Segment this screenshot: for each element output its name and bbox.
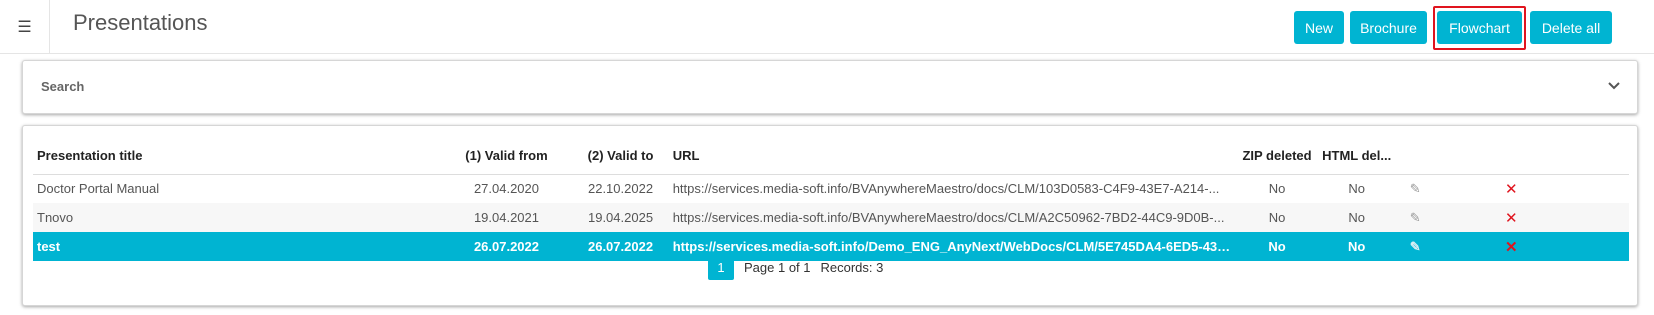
chevron-down-icon[interactable] bbox=[1607, 79, 1621, 93]
pagination: 1 Page 1 of 1 Records: 3 bbox=[708, 254, 893, 280]
cell-zip-deleted: No bbox=[1268, 181, 1286, 197]
column-header-edit bbox=[1395, 138, 1487, 175]
edit-icon[interactable]: ✎ bbox=[1400, 210, 1421, 226]
column-header-url[interactable]: URL bbox=[668, 138, 1237, 175]
presentations-table: Presentation title (1) Valid from (2) Va… bbox=[33, 138, 1629, 261]
cell-html-deleted: No bbox=[1317, 203, 1396, 232]
new-button[interactable]: New bbox=[1294, 11, 1344, 44]
cell-zip-deleted: No bbox=[1236, 232, 1318, 261]
cell-html-deleted: No bbox=[1317, 232, 1396, 261]
cell-delete: ✕ bbox=[1487, 174, 1629, 203]
table-row[interactable]: Tnovo 19.04.2021 19.04.2025 https://serv… bbox=[33, 203, 1629, 232]
cell-valid-from: 27.04.2020 bbox=[473, 181, 540, 197]
hamburger-menu-icon[interactable]: ☰ bbox=[0, 0, 50, 54]
cell-edit: ✎ bbox=[1395, 232, 1487, 261]
table-header-row: Presentation title (1) Valid from (2) Va… bbox=[33, 138, 1629, 175]
column-header-title[interactable]: Presentation title bbox=[33, 138, 441, 175]
column-header-delete bbox=[1487, 138, 1629, 175]
delete-all-button[interactable]: Delete all bbox=[1530, 11, 1612, 44]
cell-valid-from: 26.07.2022 bbox=[440, 232, 573, 261]
cell-title: Tnovo bbox=[33, 203, 441, 232]
brochure-button[interactable]: Brochure bbox=[1350, 11, 1427, 44]
cell-zip-deleted: No bbox=[1236, 203, 1318, 232]
cell-valid-from: 19.04.2021 bbox=[440, 203, 573, 232]
edit-icon[interactable]: ✎ bbox=[1400, 239, 1421, 255]
search-label: Search bbox=[41, 79, 85, 94]
cell-delete: ✕ bbox=[1487, 232, 1629, 261]
delete-x-icon[interactable]: ✕ bbox=[1491, 180, 1518, 198]
edit-icon[interactable]: ✎ bbox=[1400, 181, 1421, 197]
cell-html-deleted: No bbox=[1348, 181, 1365, 197]
page-number-button[interactable]: 1 bbox=[708, 254, 734, 280]
flowchart-button[interactable]: Flowchart bbox=[1437, 11, 1522, 44]
records-count: Records: 3 bbox=[820, 259, 884, 275]
column-header-valid-to[interactable]: (2) Valid to bbox=[572, 138, 669, 175]
cell-title: Doctor Portal Manual bbox=[37, 181, 160, 197]
column-header-valid-from[interactable]: (1) Valid from bbox=[440, 138, 573, 175]
cell-delete: ✕ bbox=[1487, 203, 1629, 232]
cell-valid-to: 22.10.2022 bbox=[587, 181, 654, 197]
cell-edit: ✎ bbox=[1395, 203, 1487, 232]
cell-title: test bbox=[33, 232, 441, 261]
search-panel[interactable]: Search bbox=[22, 60, 1638, 114]
column-header-zip-deleted[interactable]: ZIP deleted bbox=[1236, 138, 1318, 175]
column-header-html-deleted[interactable]: HTML del... bbox=[1317, 138, 1396, 175]
table-row[interactable]: Doctor Portal Manual 27.04.2020 22.10.20… bbox=[33, 174, 1629, 203]
page-info: Page 1 of 1 bbox=[744, 259, 811, 275]
delete-x-icon[interactable]: ✕ bbox=[1491, 238, 1518, 256]
cell-valid-to: 19.04.2025 bbox=[572, 203, 669, 232]
delete-x-icon[interactable]: ✕ bbox=[1491, 209, 1518, 227]
cell-edit: ✎ bbox=[1396, 174, 1487, 203]
page-title: Presentations bbox=[73, 10, 208, 35]
cell-url: https://services.media-soft.info/BVAnywh… bbox=[668, 203, 1237, 232]
cell-valid-to: 26.07.2022 bbox=[572, 232, 669, 261]
cell-url: https://services.media-soft.info/BVAnywh… bbox=[672, 181, 1220, 197]
